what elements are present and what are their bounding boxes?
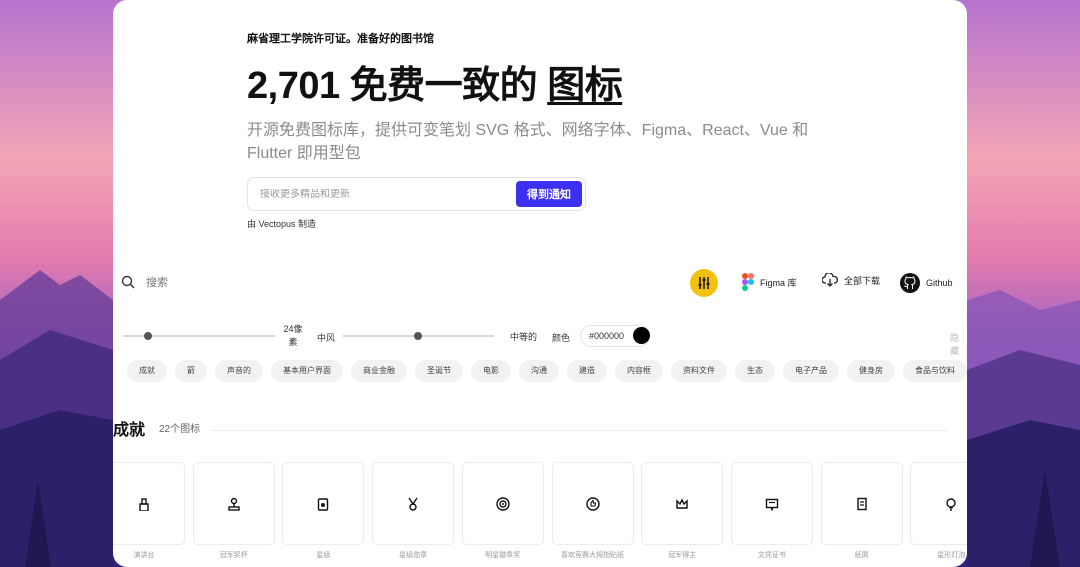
icon-tile-box[interactable] [192,462,275,545]
podium-icon [139,497,149,511]
icon-tile-box[interactable] [730,462,813,545]
email-subscribe-input[interactable] [260,188,516,200]
icon-tile[interactable]: 纸屑 [820,462,903,560]
icon-tile-label: 星级 [316,552,331,559]
hero-subtitle: 开源免费图标库，提供可变笔划 SVG 格式、网络字体、Figma、React、V… [247,122,809,162]
medal-ribbon-icon [408,497,418,511]
icon-tile-box[interactable] [820,462,903,545]
icon-tile[interactable]: 星形灯泡 [910,462,967,560]
medal-box-icon [318,497,329,511]
icon-tile[interactable]: 文凭证书 [730,462,813,560]
github-icon [900,273,920,293]
size-slider-knob[interactable] [144,332,152,340]
category-chip[interactable]: 圣诞节 [415,360,463,382]
notify-button[interactable]: 得到通知 [516,181,582,207]
category-chip[interactable]: 资料文件 [671,360,727,382]
search-input[interactable] [146,273,346,293]
github-label: Github [926,278,953,288]
category-chip[interactable]: 内容框 [615,360,663,382]
category-chip[interactable]: 成就 [127,360,167,382]
icon-tile-label: 喜欢竞赛大拇指贴纸 [561,552,624,559]
section-title: 成就 [113,422,146,439]
icon-tile[interactable]: 星级 [282,462,365,560]
headline-underlined: 图标 [547,65,623,107]
category-chip[interactable]: 沟通 [519,360,559,382]
license-eyebrow: 麻省理工学院许可证。准备好的图书馆 [247,33,434,45]
download-all-link[interactable]: 全部下载 [822,273,880,287]
size-value: 24像素 [283,324,303,347]
category-chip[interactable]: 健身房 [847,360,895,382]
stroke-slider-knob[interactable] [414,332,422,340]
size-slider[interactable] [123,332,275,340]
category-chip[interactable]: 商业金融 [351,360,407,382]
icon-tile[interactable]: 明星徽章奖 [461,462,544,560]
section-header: 成就 22个图标 [113,416,947,439]
color-swatch[interactable] [633,327,650,344]
stroke-slider[interactable] [343,332,494,340]
search-icon [121,275,135,289]
category-chip[interactable]: 生态 [735,360,775,382]
sliders-icon [698,277,710,289]
category-chip[interactable]: 电子产品 [783,360,839,382]
icon-tile[interactable]: 冠军奖杯 [192,462,275,560]
figma-label: Figma 库 [760,277,797,288]
crown-icon [676,497,688,509]
icon-tile-box[interactable] [910,462,967,545]
section-divider [211,430,947,431]
lightbulb-icon [946,497,956,511]
thumb-badge-icon [585,496,600,511]
icon-tile-label: 星形灯泡 [937,552,966,559]
category-chip[interactable]: 基本用户界面 [271,360,343,382]
icon-tile[interactable]: 星级勋章 [372,462,455,560]
certificate-icon [765,498,779,511]
section-count: 22个图标 [159,424,201,435]
stroke-value: 中等的 [510,332,538,342]
headline-main: 2,701 免费一致的 [247,65,548,107]
icon-tile-label: 文凭证书 [757,552,786,559]
icon-tile-box[interactable] [372,462,455,545]
subscribe-form: 得到通知 [247,177,586,211]
icon-tile-label: 冠军奖杯 [219,552,248,559]
category-chip[interactable]: 食品与饮料 [903,360,967,382]
icon-tile-box[interactable] [282,462,365,545]
download-label: 全部下载 [844,275,881,286]
clipped-control-label: 隐藏 [950,333,960,356]
icon-tile[interactable]: 喜欢竞赛大拇指贴纸 [551,462,634,560]
icon-tile-box[interactable] [113,462,185,545]
icon-tile[interactable]: 冠军得主 [641,462,724,560]
stroke-label: 中风 [317,333,336,343]
icon-tile[interactable]: 演讲台 [113,462,185,560]
hero-section: 麻省理工学院许可证。准备好的图书馆 2,701 免费一致的 图标 开源免费图标库… [247,30,827,230]
icon-controls: 24像素 中风 中等的 颜色 #000000 隐藏 [113,322,967,356]
scroll-icon [856,497,867,510]
color-label: 颜色 [552,333,571,343]
icon-toolbar: Figma 库 全部下载 Github [113,268,967,298]
github-link[interactable]: Github [900,273,953,293]
figma-icon [742,273,754,291]
category-chip[interactable]: 箭 [175,360,207,382]
main-card: 麻省理工学院许可证。准备好的图书馆 2,701 免费一致的 图标 开源免费图标库… [113,0,967,567]
trophy-stand-icon [227,497,240,511]
icon-tile-label: 冠军得主 [668,552,697,559]
page-headline: 2,701 免费一致的 图标 [247,54,827,109]
icon-tile-box[interactable] [461,462,544,545]
figma-library-link[interactable]: Figma 库 [742,273,797,291]
icon-tile-label: 纸屑 [854,552,869,559]
category-chip[interactable]: 声音的 [215,360,263,382]
icon-tile-box[interactable] [641,462,724,545]
icon-tile-box[interactable] [551,462,634,545]
target-badge-icon [496,496,510,511]
category-chip[interactable]: 建造 [567,360,607,382]
cloud-download-icon [822,273,838,287]
credit-link[interactable]: 由 Vectopus 制造 [247,217,827,230]
filter-button[interactable] [690,269,718,297]
icon-tile-label: 星级勋章 [399,552,428,559]
icon-tile-label: 明星徽章奖 [485,552,521,559]
category-chips: 成就箭声音的 基本用户界面 商业金融 圣诞节 电影 沟通 建造 内容框 资料文件 生态 电子产品 健身… [127,360,967,382]
category-chip[interactable]: 电影 [471,360,511,382]
icon-tile-label: 演讲台 [133,552,155,559]
